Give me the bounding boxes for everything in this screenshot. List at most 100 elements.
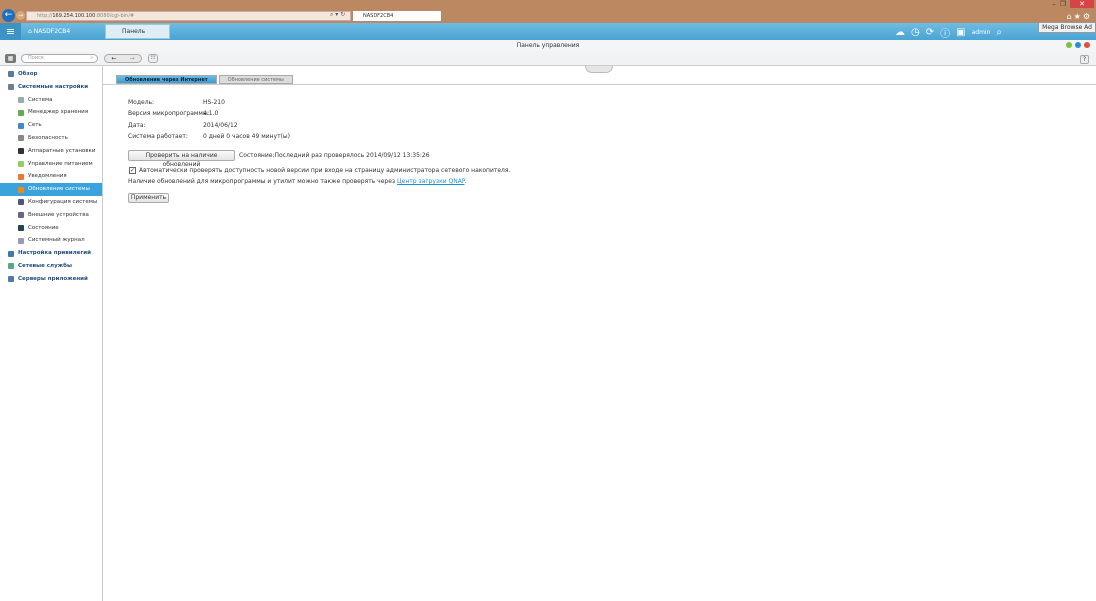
close-icon[interactable]: ✕	[1070, 0, 1094, 8]
tab-online-update[interactable]: Обновление через Интернет	[116, 75, 217, 84]
firmware-value: 4.1.0	[203, 110, 219, 117]
forward-icon[interactable]: →	[123, 55, 141, 62]
sidebar-item-label: Системные настройки	[18, 83, 89, 90]
sidebar-item-label: Менеджер хранения	[28, 109, 89, 116]
info-icon[interactable]: ⓘ	[940, 25, 950, 40]
sidebar-item[interactable]: Настройка привилегий	[0, 247, 102, 260]
window-title: Панель управления	[0, 40, 1096, 52]
sidebar-item[interactable]: Состояние	[0, 222, 102, 235]
cloud-icon[interactable]: ☁	[895, 27, 905, 38]
sidebar-item[interactable]: Системный журнал	[0, 234, 102, 247]
sidebar-item[interactable]: Управление питанием	[0, 158, 102, 171]
sidebar-item[interactable]: Внешние устройства	[0, 209, 102, 222]
sidebar-item-icon	[18, 109, 24, 116]
uptime-value: 0 дней 0 часов 49 минут(ы)	[203, 133, 291, 140]
divider	[103, 84, 1096, 85]
browser-tab[interactable]: NASDF2CB4	[353, 11, 441, 21]
sidebar-item-label: Внешние устройства	[28, 211, 89, 218]
minimize-icon[interactable]	[1066, 42, 1072, 48]
url-rest: :8080/cgi-bin/#	[95, 13, 135, 19]
sidebar-item[interactable]: Аппаратные установки	[0, 145, 102, 158]
qnap-download-center-link[interactable]: Центр загрузки QNAP	[397, 178, 464, 185]
note-text: Наличие обновлений для микропрограммы и …	[128, 178, 466, 185]
search-icon[interactable]: ⌕	[996, 27, 1002, 38]
collapse-handle[interactable]	[585, 66, 613, 73]
toolbar	[0, 52, 1096, 66]
clock-icon[interactable]: ◷	[911, 27, 920, 38]
help-button[interactable]: ?	[1080, 55, 1089, 64]
sidebar-item-icon	[8, 263, 14, 270]
star-icon[interactable]: ★	[1074, 12, 1083, 21]
sidebar-item-icon	[18, 199, 24, 206]
sidebar-item[interactable]: Серверы приложений	[0, 273, 102, 286]
status-text: Состояние:Последний раз проверялось 2014…	[239, 152, 430, 159]
nas-name: NASDF2CB4	[33, 28, 71, 35]
avatar[interactable]: ▣	[956, 27, 965, 38]
sidebar-item[interactable]: Уведомления	[0, 170, 102, 183]
browser-icons: ⌂★⚙	[1067, 12, 1092, 21]
sidebar-item-label: Система	[28, 96, 53, 103]
browser-tab-title: NASDF2CB4	[363, 13, 394, 19]
uptime-label: Система работает:	[128, 133, 188, 140]
sidebar-item-icon	[18, 148, 24, 155]
window-buttons	[1066, 42, 1090, 48]
note-end: .	[464, 178, 467, 185]
apps-icon[interactable]: ⁝⁝⁝	[148, 54, 158, 63]
restore-icon[interactable]: ❐	[1060, 0, 1066, 8]
sidebar: Обзор Системные настройки Система Менеджер …	[0, 66, 103, 601]
model-value: HS-210	[203, 99, 225, 106]
grid-view-icon[interactable]: ▦	[5, 54, 16, 63]
firmware-label: Версия микропрограммы:	[128, 110, 210, 117]
sidebar-item[interactable]: Обновление системы	[0, 183, 102, 196]
address-bar[interactable]: http://169.254.100.100:8080/cgi-bin/#	[26, 11, 351, 21]
note-text-body: Наличие обновлений для микропрограммы и …	[128, 178, 398, 185]
sidebar-item-label: Аппаратные установки	[28, 147, 96, 154]
sidebar-item-icon	[8, 84, 14, 91]
sidebar-item-label: Настройка привилегий	[18, 250, 91, 257]
sidebar-item-icon	[8, 71, 14, 78]
content-area	[103, 66, 1096, 601]
sidebar-item[interactable]: Обзор	[0, 68, 102, 81]
sidebar-item[interactable]: Сеть	[0, 119, 102, 132]
close-icon[interactable]	[1084, 42, 1090, 48]
nav-buttons: ← →	[104, 54, 142, 63]
sidebar-item-icon	[8, 250, 14, 257]
back-icon[interactable]: ←	[105, 55, 123, 62]
user-menu[interactable]: admin	[972, 29, 991, 36]
maximize-icon[interactable]	[1075, 42, 1081, 48]
app-bar-icons: ☁ ◷ ⟳ ⓘ ▣ admin ⌕	[895, 25, 1002, 40]
back-button[interactable]: ←	[2, 9, 15, 22]
sidebar-item-label: Обновление системы	[28, 186, 90, 193]
sync-icon[interactable]: ⟳	[926, 27, 934, 38]
home-icon[interactable]: ⌂	[1067, 12, 1074, 21]
tab-system-update[interactable]: Обновление системы	[218, 75, 293, 84]
search-input[interactable]: Поиск ⌕	[21, 54, 98, 63]
home-nas-button[interactable]: ⌂ NASDF2CB4	[28, 23, 70, 40]
date-label: Дата:	[128, 122, 146, 129]
menu-icon[interactable]: ≡	[0, 23, 21, 40]
sidebar-item-icon	[18, 96, 24, 103]
sidebar-item-label: Конфигурация системы	[28, 198, 98, 205]
auto-check-checkbox[interactable]: ✓	[129, 167, 136, 174]
sidebar-item[interactable]: Конфигурация системы	[0, 196, 102, 209]
sidebar-item[interactable]: Сетевые службы	[0, 260, 102, 273]
sidebar-item[interactable]: Система	[0, 94, 102, 107]
sidebar-item-icon	[18, 160, 24, 167]
apply-button[interactable]: Применить	[128, 193, 169, 203]
window-controls: – ❐ ✕	[1052, 0, 1094, 8]
check-updates-button[interactable]: Проверить на наличие обновлений	[128, 150, 235, 168]
sidebar-item[interactable]: Системные настройки	[0, 81, 102, 94]
sidebar-item-label: Сетевые службы	[18, 262, 72, 269]
sidebar-item[interactable]: Менеджер хранения	[0, 106, 102, 119]
gear-icon[interactable]: ⚙	[1083, 12, 1092, 21]
minimize-icon[interactable]: –	[1052, 0, 1056, 8]
sidebar-item-label: Системный журнал	[28, 237, 85, 244]
sidebar-item-icon	[18, 212, 24, 219]
sidebar-item-icon	[18, 173, 24, 180]
forward-button[interactable]: →	[16, 11, 25, 20]
sidebar-item-icon	[18, 135, 24, 142]
sidebar-item-label: Сеть	[28, 122, 42, 129]
search-refresh-icon[interactable]: ⌕ ▾ ↻	[330, 11, 345, 19]
sidebar-item[interactable]: Безопасность	[0, 132, 102, 145]
app-tab-control-panel[interactable]: Панель управ... ✕	[105, 24, 170, 49]
